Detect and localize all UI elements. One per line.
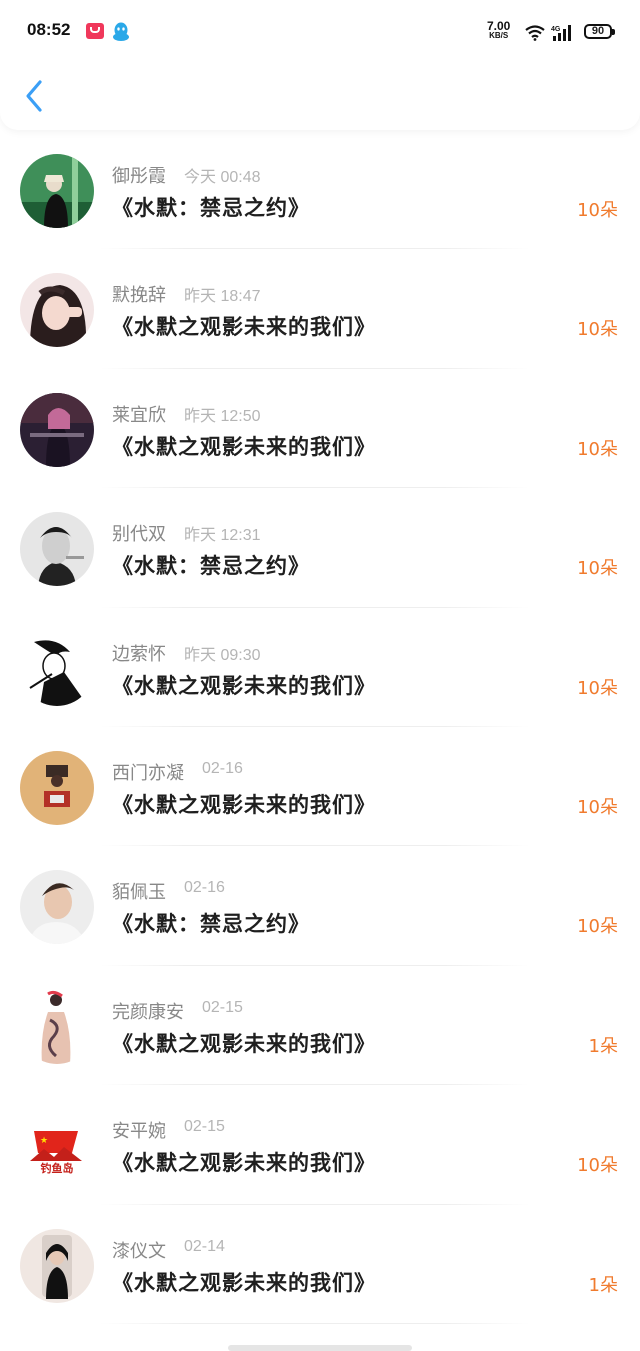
list-item[interactable]: 莱宜欣 昨天 12:50 《水默之观影未来的我们》 10朵 — [0, 369, 640, 489]
book-title: 《水默之观影未来的我们》 — [112, 792, 376, 817]
user-name: 安平婉 — [112, 1121, 166, 1143]
avatar[interactable] — [20, 870, 94, 945]
flower-count: 10朵 — [577, 200, 618, 221]
list-item[interactable]: 钓鱼岛 ★ 安平婉 02-15 《水默之观影未来的我们》 10朵 — [0, 1085, 640, 1205]
list-item[interactable]: 默挽辞 昨天 18:47 《水默之观影未来的我们》 10朵 — [0, 249, 640, 369]
user-name: 默挽辞 — [112, 285, 166, 307]
book-title: 《水默之观影未来的我们》 — [112, 1151, 376, 1176]
timestamp: 今天 00:48 — [184, 169, 261, 186]
flower-count: 10朵 — [577, 558, 618, 580]
timestamp: 02-16 — [184, 879, 225, 897]
speed-unit: KB/S — [489, 31, 509, 40]
timestamp: 昨天 12:50 — [184, 407, 261, 425]
battery-indicator: 90 — [584, 24, 615, 39]
network-type: 4G — [551, 26, 561, 33]
user-name: 御彤霞 — [112, 166, 166, 187]
svg-text:钓鱼岛: 钓鱼岛 — [41, 1161, 74, 1175]
book-title: 《水默：禁忌之约》 — [112, 554, 310, 579]
app-notification-icon — [86, 23, 104, 39]
status-bar: 08:52 7.00 KB/S 4G 90 — [0, 0, 640, 64]
user-name: 漆仪文 — [112, 1240, 166, 1262]
flower-count: 10朵 — [577, 916, 618, 938]
timestamp: 02-15 — [184, 1118, 225, 1136]
list-item[interactable]: 貊佩玉 02-16 《水默：禁忌之约》 10朵 — [0, 846, 640, 966]
wifi-icon — [525, 25, 545, 41]
top-bar: 08:52 7.00 KB/S 4G 90 — [0, 0, 640, 130]
status-time: 08:52 — [27, 20, 71, 39]
svg-text:★: ★ — [40, 1136, 48, 1146]
network-speed: 7.00 KB/S — [487, 19, 511, 40]
avatar[interactable] — [20, 631, 94, 706]
timestamp: 昨天 09:30 — [184, 646, 261, 664]
flower-count: 1朵 — [588, 1274, 618, 1296]
home-indicator[interactable] — [228, 1345, 412, 1351]
avatar[interactable] — [20, 989, 94, 1064]
avatar[interactable] — [20, 392, 94, 467]
qq-penguin-icon — [113, 22, 129, 41]
list-item[interactable]: 别代双 昨天 12:31 《水默：禁忌之约》 10朵 — [0, 488, 640, 608]
flower-count: 1朵 — [588, 1035, 618, 1057]
divider — [100, 1322, 530, 1324]
timestamp: 02-15 — [202, 998, 243, 1016]
list-item[interactable]: 御彤霞 今天 00:48 《水默：禁忌之约》 10朵 — [0, 130, 640, 250]
user-name: 边萦怀 — [112, 643, 166, 665]
list-item[interactable]: 西门亦凝 02-16 《水默之观影未来的我们》 10朵 — [0, 727, 640, 847]
user-name: 貊佩玉 — [112, 882, 166, 904]
avatar[interactable] — [20, 1228, 94, 1303]
user-name: 西门亦凝 — [112, 762, 184, 784]
avatar[interactable] — [20, 750, 94, 825]
user-name: 莱宜欣 — [112, 404, 166, 426]
user-name: 别代双 — [112, 524, 166, 546]
chevron-left-icon — [26, 80, 42, 112]
flower-count: 10朵 — [577, 796, 618, 818]
speed-value: 7.00 — [487, 19, 511, 33]
book-title: 《水默之观影未来的我们》 — [112, 315, 376, 340]
flower-count: 10朵 — [577, 1155, 618, 1177]
list-item[interactable]: 边萦怀 昨天 09:30 《水默之观影未来的我们》 10朵 — [0, 608, 640, 727]
list-item[interactable]: 漆仪文 02-14 《水默之观影未来的我们》 1朵 — [0, 1205, 640, 1324]
avatar[interactable] — [20, 154, 94, 228]
avatar[interactable] — [20, 273, 94, 348]
book-title: 《水默之观影未来的我们》 — [112, 1270, 376, 1295]
timestamp: 02-14 — [184, 1237, 225, 1255]
back-button[interactable] — [18, 76, 52, 116]
book-title: 《水默：禁忌之约》 — [112, 196, 310, 220]
book-title: 《水默之观影未来的我们》 — [112, 434, 376, 459]
user-name: 完颜康安 — [112, 1001, 184, 1023]
timestamp: 昨天 12:31 — [184, 527, 261, 545]
timestamp: 昨天 18:47 — [184, 288, 261, 306]
avatar[interactable]: 钓鱼岛 ★ — [20, 1109, 94, 1184]
timestamp: 02-16 — [202, 759, 243, 777]
flower-count: 10朵 — [577, 677, 618, 699]
book-title: 《水默：禁忌之约》 — [112, 912, 310, 937]
book-title: 《水默之观影未来的我们》 — [112, 673, 376, 698]
flower-count: 10朵 — [577, 319, 618, 341]
avatar[interactable] — [20, 512, 94, 587]
book-title: 《水默之观影未来的我们》 — [112, 1031, 376, 1056]
cellular-signal-icon: 4G — [551, 25, 571, 41]
flower-count: 10朵 — [577, 438, 618, 460]
gift-record-list: 御彤霞 今天 00:48 《水默：禁忌之约》 10朵 默挽辞 昨天 18:47 《水默之观影… — [0, 130, 640, 1324]
list-item[interactable]: 完颜康安 02-15 《水默之观影未来的我们》 1朵 — [0, 966, 640, 1086]
